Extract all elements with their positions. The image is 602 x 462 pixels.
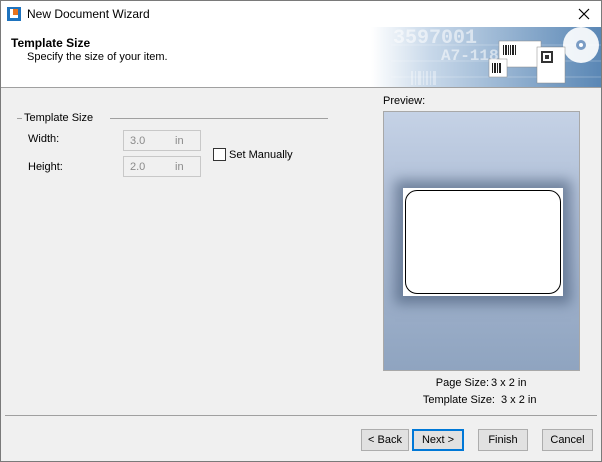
height-field[interactable]: 2.0 in [123, 156, 201, 177]
close-icon[interactable] [567, 1, 601, 27]
back-button[interactable]: < Back [361, 429, 409, 451]
preview-page [403, 188, 563, 296]
window-title: New Document Wizard [27, 7, 150, 21]
template-size-value: 3 x 2 in [501, 394, 537, 406]
title-bar[interactable]: New Document Wizard [1, 1, 601, 27]
height-value: 2.0 [130, 161, 146, 173]
width-field[interactable]: 3.0 in [123, 130, 201, 151]
header-separator [1, 87, 601, 88]
width-label: Width: [28, 133, 60, 145]
page-title: Template Size [11, 36, 91, 50]
cancel-button[interactable]: Cancel [542, 429, 593, 451]
preview-label-shape [405, 190, 561, 294]
page-subtitle: Specify the size of your item. [27, 51, 168, 63]
page-size-value: 3 x 2 in [491, 377, 527, 389]
template-size-group-label: Template Size [24, 112, 94, 124]
banner-code: A7-118 [441, 47, 499, 65]
page-size-label: Page Size: [435, 377, 489, 389]
footer-separator [5, 415, 597, 416]
preview-panel [383, 111, 580, 371]
preview-label: Preview: [383, 95, 426, 107]
group-border-line [110, 118, 328, 119]
height-label: Height: [28, 161, 63, 173]
header-banner-image: 3597001 A7-118 [371, 27, 601, 87]
wizard-header: Template Size Specify the size of your i… [1, 27, 601, 87]
width-unit: in [175, 135, 184, 147]
wizard-window: New Document Wizard Template Size Specif… [0, 0, 602, 462]
set-manually-label[interactable]: Set Manually [229, 149, 293, 161]
width-value: 3.0 [130, 135, 146, 147]
next-button[interactable]: Next > [412, 429, 464, 451]
finish-button[interactable]: Finish [478, 429, 528, 451]
template-size-label: Template Size: [422, 394, 495, 406]
set-manually-checkbox[interactable] [213, 148, 226, 161]
app-logo-icon [7, 7, 21, 21]
group-border-tick [17, 118, 22, 119]
height-unit: in [175, 161, 184, 173]
